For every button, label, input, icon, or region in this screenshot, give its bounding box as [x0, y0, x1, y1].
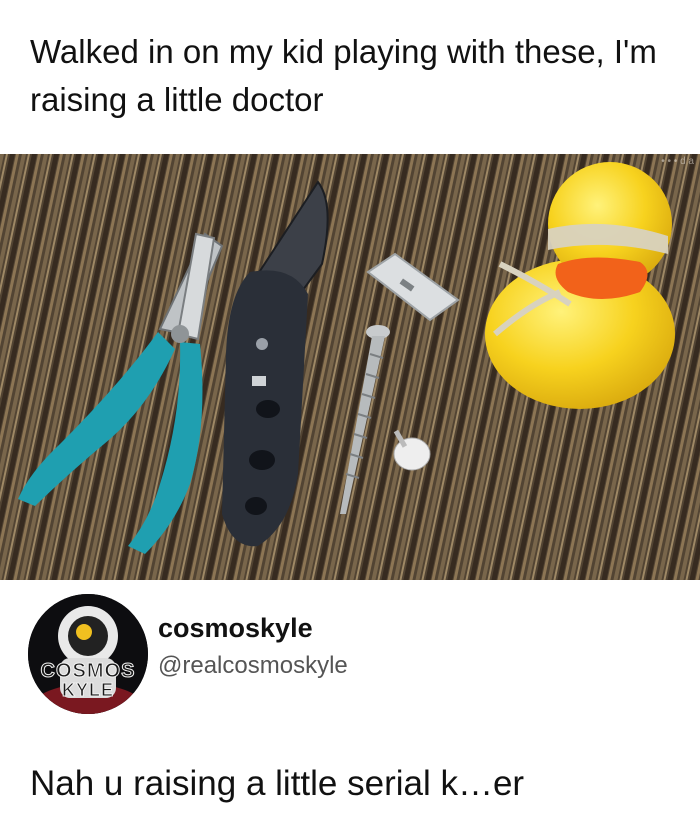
avatar-text-line2: KYLE	[61, 680, 114, 701]
tweet-handle[interactable]: @realcosmoskyle	[158, 652, 348, 680]
post-caption: Walked in on my kid playing with these, …	[30, 33, 657, 118]
tweet-card: COSMOS KYLE cosmoskyle @realcosmoskyle N…	[0, 580, 700, 836]
photo-watermark: • • • d a	[661, 156, 694, 167]
avatar[interactable]: COSMOS KYLE	[28, 594, 148, 714]
tweet-username[interactable]: cosmoskyle	[158, 613, 313, 644]
post-photo: • • • d a	[0, 154, 700, 580]
tweet-text: Nah u raising a little serial k…er	[30, 764, 525, 803]
tools-photo	[0, 154, 700, 580]
